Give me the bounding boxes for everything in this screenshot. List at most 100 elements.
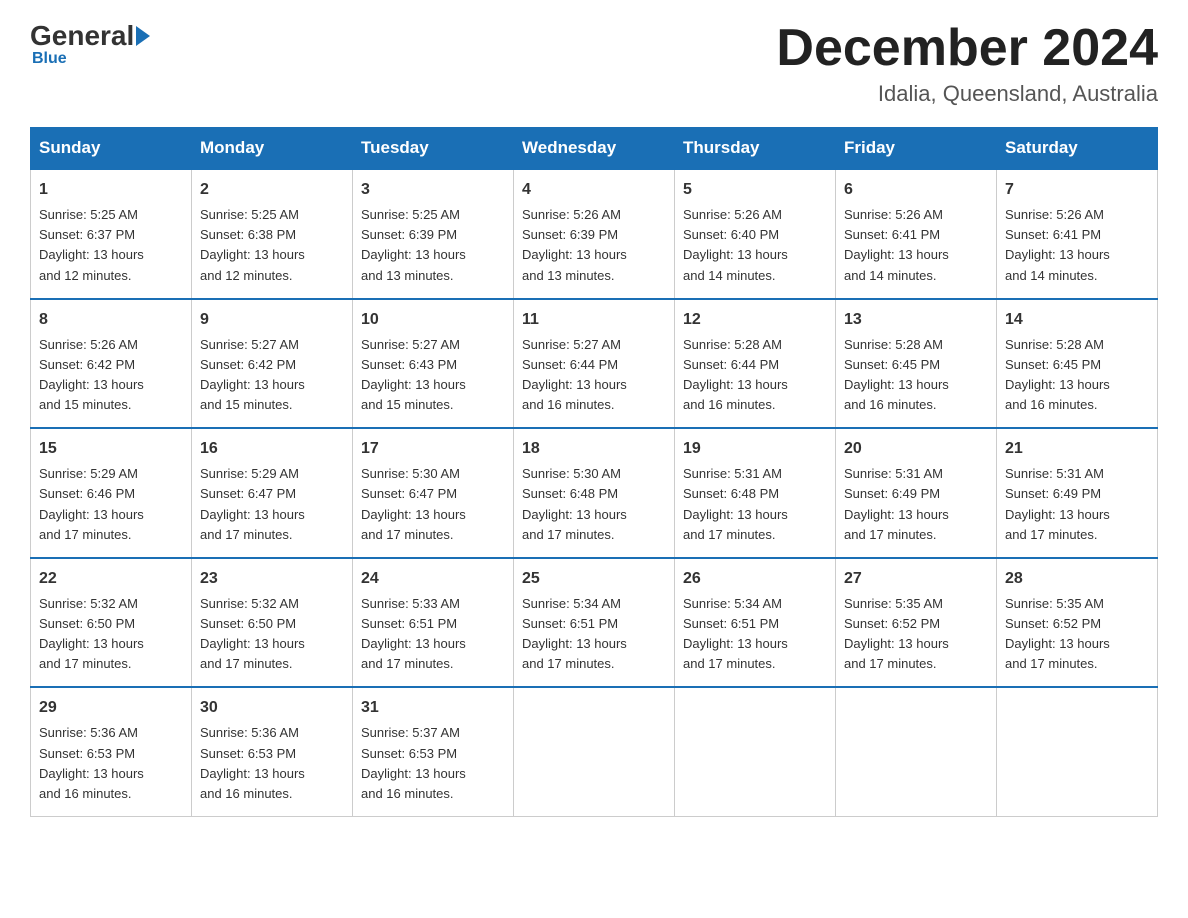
calendar-day-cell: 18Sunrise: 5:30 AMSunset: 6:48 PMDayligh… (514, 428, 675, 558)
day-info: Sunrise: 5:29 AMSunset: 6:47 PMDaylight:… (200, 464, 344, 545)
day-number: 19 (683, 437, 827, 461)
day-info: Sunrise: 5:32 AMSunset: 6:50 PMDaylight:… (39, 594, 183, 675)
day-number: 26 (683, 567, 827, 591)
day-info: Sunrise: 5:26 AMSunset: 6:41 PMDaylight:… (1005, 205, 1149, 286)
calendar-day-cell: 2Sunrise: 5:25 AMSunset: 6:38 PMDaylight… (192, 169, 353, 299)
day-number: 18 (522, 437, 666, 461)
day-info: Sunrise: 5:35 AMSunset: 6:52 PMDaylight:… (1005, 594, 1149, 675)
day-number: 25 (522, 567, 666, 591)
day-number: 3 (361, 178, 505, 202)
day-info: Sunrise: 5:27 AMSunset: 6:42 PMDaylight:… (200, 335, 344, 416)
calendar-week-row: 1 Sunrise: 5:25 AMSunset: 6:37 PMDaylight… (31, 169, 1158, 299)
logo-text: General (30, 20, 152, 52)
weekday-header-tuesday: Tuesday (353, 128, 514, 170)
month-title: December 2024 (776, 20, 1158, 77)
logo: General Blue (30, 20, 152, 68)
day-number: 7 (1005, 178, 1149, 202)
calendar-day-cell: 28 Sunrise: 5:35 AMSunset: 6:52 PMDayligh… (997, 558, 1158, 688)
day-info: Sunrise: 5:26 AMSunset: 6:40 PMDaylight:… (683, 205, 827, 286)
location: Idalia, Queensland, Australia (776, 81, 1158, 107)
day-info: Sunrise: 5:31 AMSunset: 6:49 PMDaylight:… (1005, 464, 1149, 545)
day-info: Sunrise: 5:32 AMSunset: 6:50 PMDaylight:… (200, 594, 344, 675)
calendar-day-cell: 8Sunrise: 5:26 AMSunset: 6:42 PMDaylight… (31, 299, 192, 429)
calendar-day-cell: 30 Sunrise: 5:36 AMSunset: 6:53 PMDayligh… (192, 687, 353, 816)
day-info: Sunrise: 5:28 AMSunset: 6:45 PMDaylight:… (844, 335, 988, 416)
calendar-day-cell (836, 687, 997, 816)
calendar-day-cell: 14 Sunrise: 5:28 AMSunset: 6:45 PMDayligh… (997, 299, 1158, 429)
calendar-day-cell: 15 Sunrise: 5:29 AMSunset: 6:46 PMDayligh… (31, 428, 192, 558)
day-number: 22 (39, 567, 183, 591)
day-number: 17 (361, 437, 505, 461)
day-number: 8 (39, 308, 183, 332)
day-info: Sunrise: 5:30 AMSunset: 6:47 PMDaylight:… (361, 464, 505, 545)
calendar-day-cell: 24Sunrise: 5:33 AMSunset: 6:51 PMDayligh… (353, 558, 514, 688)
day-info: Sunrise: 5:36 AMSunset: 6:53 PMDaylight:… (200, 723, 344, 804)
day-number: 30 (200, 696, 344, 720)
calendar-day-cell: 29Sunrise: 5:36 AMSunset: 6:53 PMDayligh… (31, 687, 192, 816)
day-number: 4 (522, 178, 666, 202)
day-number: 1 (39, 178, 183, 202)
calendar-day-cell: 12Sunrise: 5:28 AMSunset: 6:44 PMDayligh… (675, 299, 836, 429)
day-number: 27 (844, 567, 988, 591)
calendar-day-cell (997, 687, 1158, 816)
calendar-day-cell: 31 Sunrise: 5:37 AMSunset: 6:53 PMDayligh… (353, 687, 514, 816)
day-info: Sunrise: 5:26 AMSunset: 6:39 PMDaylight:… (522, 205, 666, 286)
day-number: 9 (200, 308, 344, 332)
day-info: Sunrise: 5:27 AMSunset: 6:43 PMDaylight:… (361, 335, 505, 416)
weekday-header-wednesday: Wednesday (514, 128, 675, 170)
calendar-day-cell: 27 Sunrise: 5:35 AMSunset: 6:52 PMDayligh… (836, 558, 997, 688)
calendar-day-cell: 16 Sunrise: 5:29 AMSunset: 6:47 PMDayligh… (192, 428, 353, 558)
calendar-week-row: 29Sunrise: 5:36 AMSunset: 6:53 PMDayligh… (31, 687, 1158, 816)
day-info: Sunrise: 5:37 AMSunset: 6:53 PMDaylight:… (361, 723, 505, 804)
logo-blue: Blue (32, 50, 67, 68)
day-info: Sunrise: 5:34 AMSunset: 6:51 PMDaylight:… (522, 594, 666, 675)
day-info: Sunrise: 5:26 AMSunset: 6:41 PMDaylight:… (844, 205, 988, 286)
calendar-week-row: 22 Sunrise: 5:32 AMSunset: 6:50 PMDayligh… (31, 558, 1158, 688)
day-info: Sunrise: 5:28 AMSunset: 6:44 PMDaylight:… (683, 335, 827, 416)
calendar-day-cell: 26Sunrise: 5:34 AMSunset: 6:51 PMDayligh… (675, 558, 836, 688)
weekday-header-saturday: Saturday (997, 128, 1158, 170)
calendar-day-cell: 4 Sunrise: 5:26 AMSunset: 6:39 PMDaylight… (514, 169, 675, 299)
day-info: Sunrise: 5:25 AMSunset: 6:37 PMDaylight:… (39, 205, 183, 286)
calendar-day-cell: 5Sunrise: 5:26 AMSunset: 6:40 PMDaylight… (675, 169, 836, 299)
day-number: 28 (1005, 567, 1149, 591)
day-info: Sunrise: 5:29 AMSunset: 6:46 PMDaylight:… (39, 464, 183, 545)
day-number: 15 (39, 437, 183, 461)
weekday-header-monday: Monday (192, 128, 353, 170)
day-number: 2 (200, 178, 344, 202)
calendar-day-cell: 7 Sunrise: 5:26 AMSunset: 6:41 PMDaylight… (997, 169, 1158, 299)
calendar-week-row: 15 Sunrise: 5:29 AMSunset: 6:46 PMDayligh… (31, 428, 1158, 558)
calendar-day-cell: 22 Sunrise: 5:32 AMSunset: 6:50 PMDayligh… (31, 558, 192, 688)
calendar-day-cell: 20 Sunrise: 5:31 AMSunset: 6:49 PMDayligh… (836, 428, 997, 558)
calendar-week-row: 8Sunrise: 5:26 AMSunset: 6:42 PMDaylight… (31, 299, 1158, 429)
day-number: 6 (844, 178, 988, 202)
day-number: 16 (200, 437, 344, 461)
page-header: General Blue December 2024 Idalia, Queen… (30, 20, 1158, 107)
day-info: Sunrise: 5:31 AMSunset: 6:48 PMDaylight:… (683, 464, 827, 545)
day-info: Sunrise: 5:31 AMSunset: 6:49 PMDaylight:… (844, 464, 988, 545)
day-number: 31 (361, 696, 505, 720)
logo-general: General (30, 20, 134, 52)
calendar-day-cell: 19 Sunrise: 5:31 AMSunset: 6:48 PMDayligh… (675, 428, 836, 558)
day-number: 20 (844, 437, 988, 461)
day-info: Sunrise: 5:35 AMSunset: 6:52 PMDaylight:… (844, 594, 988, 675)
day-info: Sunrise: 5:36 AMSunset: 6:53 PMDaylight:… (39, 723, 183, 804)
weekday-header-sunday: Sunday (31, 128, 192, 170)
calendar-day-cell: 11Sunrise: 5:27 AMSunset: 6:44 PMDayligh… (514, 299, 675, 429)
day-number: 21 (1005, 437, 1149, 461)
day-info: Sunrise: 5:25 AMSunset: 6:39 PMDaylight:… (361, 205, 505, 286)
calendar-day-cell: 21 Sunrise: 5:31 AMSunset: 6:49 PMDayligh… (997, 428, 1158, 558)
day-info: Sunrise: 5:28 AMSunset: 6:45 PMDaylight:… (1005, 335, 1149, 416)
calendar-day-cell: 17 Sunrise: 5:30 AMSunset: 6:47 PMDayligh… (353, 428, 514, 558)
calendar-day-cell (514, 687, 675, 816)
day-number: 24 (361, 567, 505, 591)
calendar-day-cell (675, 687, 836, 816)
calendar-day-cell: 13Sunrise: 5:28 AMSunset: 6:45 PMDayligh… (836, 299, 997, 429)
title-block: December 2024 Idalia, Queensland, Austra… (776, 20, 1158, 107)
calendar-day-cell: 6 Sunrise: 5:26 AMSunset: 6:41 PMDaylight… (836, 169, 997, 299)
calendar-day-cell: 23Sunrise: 5:32 AMSunset: 6:50 PMDayligh… (192, 558, 353, 688)
calendar-day-cell: 1 Sunrise: 5:25 AMSunset: 6:37 PMDaylight… (31, 169, 192, 299)
day-number: 10 (361, 308, 505, 332)
weekday-header-friday: Friday (836, 128, 997, 170)
day-number: 14 (1005, 308, 1149, 332)
